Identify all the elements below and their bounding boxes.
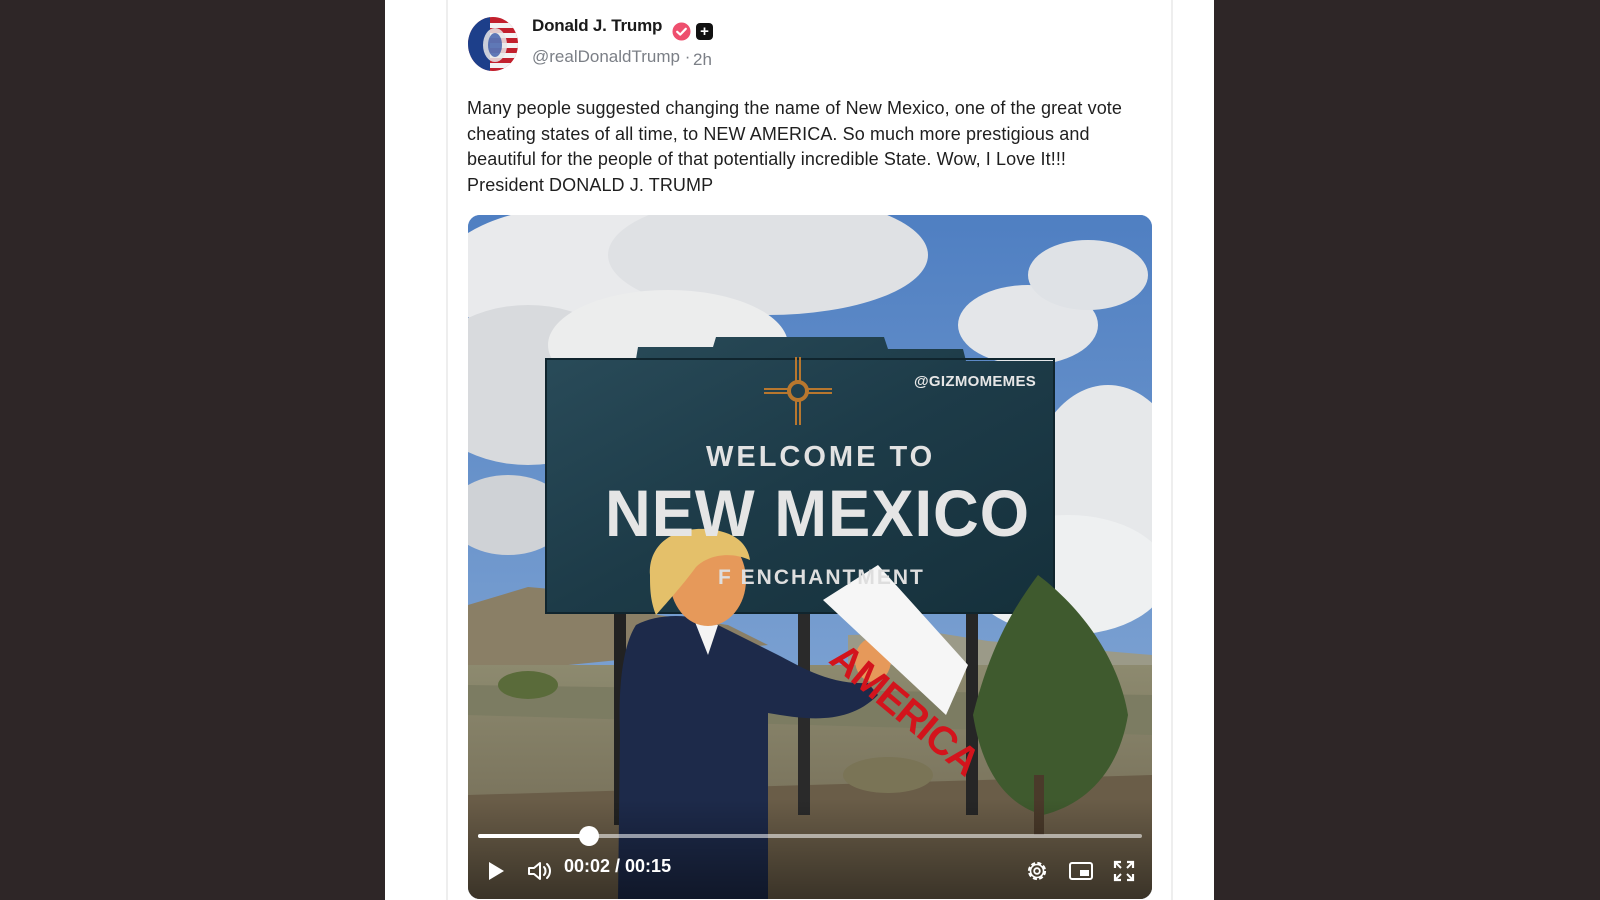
progress-fill	[478, 834, 589, 838]
column-divider-right	[1171, 0, 1173, 900]
post-card: Donald J. Trump + @realDonaldTrump · 2h …	[448, 0, 1171, 900]
avatar[interactable]	[468, 17, 518, 71]
author-handle[interactable]: @realDonaldTrump ·	[532, 47, 690, 67]
handle-text: @realDonaldTrump	[532, 47, 680, 66]
sign-text-welcome: WELCOME TO	[706, 441, 936, 473]
time-display: 00:02 / 00:15	[564, 856, 672, 876]
play-icon	[489, 862, 504, 880]
progress-thumb[interactable]	[578, 826, 599, 846]
verified-badge-icon	[672, 22, 691, 41]
volume-button[interactable]	[526, 858, 556, 884]
sign-text-enchantment: F ENCHANTMENT	[718, 566, 925, 589]
gear-icon	[1027, 861, 1047, 881]
post-timestamp[interactable]: 2h	[693, 50, 712, 70]
progress-bar[interactable]	[478, 826, 1142, 846]
play-button[interactable]	[484, 858, 508, 884]
plus-badge-icon: +	[696, 23, 713, 40]
settings-button[interactable]	[1024, 858, 1050, 884]
video-frame	[468, 215, 1152, 899]
fullscreen-button[interactable]	[1111, 858, 1137, 884]
pip-button[interactable]	[1067, 858, 1095, 884]
picture-in-picture-icon	[1069, 862, 1093, 880]
author-name[interactable]: Donald J. Trump	[532, 16, 662, 36]
fullscreen-icon	[1113, 860, 1135, 882]
volume-icon	[528, 862, 551, 880]
handle-separator: ·	[684, 47, 691, 66]
watermark: @GIZMOMEMES	[914, 373, 1037, 390]
post-text: Many people suggested changing the name …	[467, 98, 1123, 195]
video-player[interactable]: @GIZMOMEMES WELCOME TO NEW MEXICO F ENCH…	[468, 215, 1152, 899]
sign-text-new-mexico: NEW MEXICO	[605, 476, 1030, 550]
